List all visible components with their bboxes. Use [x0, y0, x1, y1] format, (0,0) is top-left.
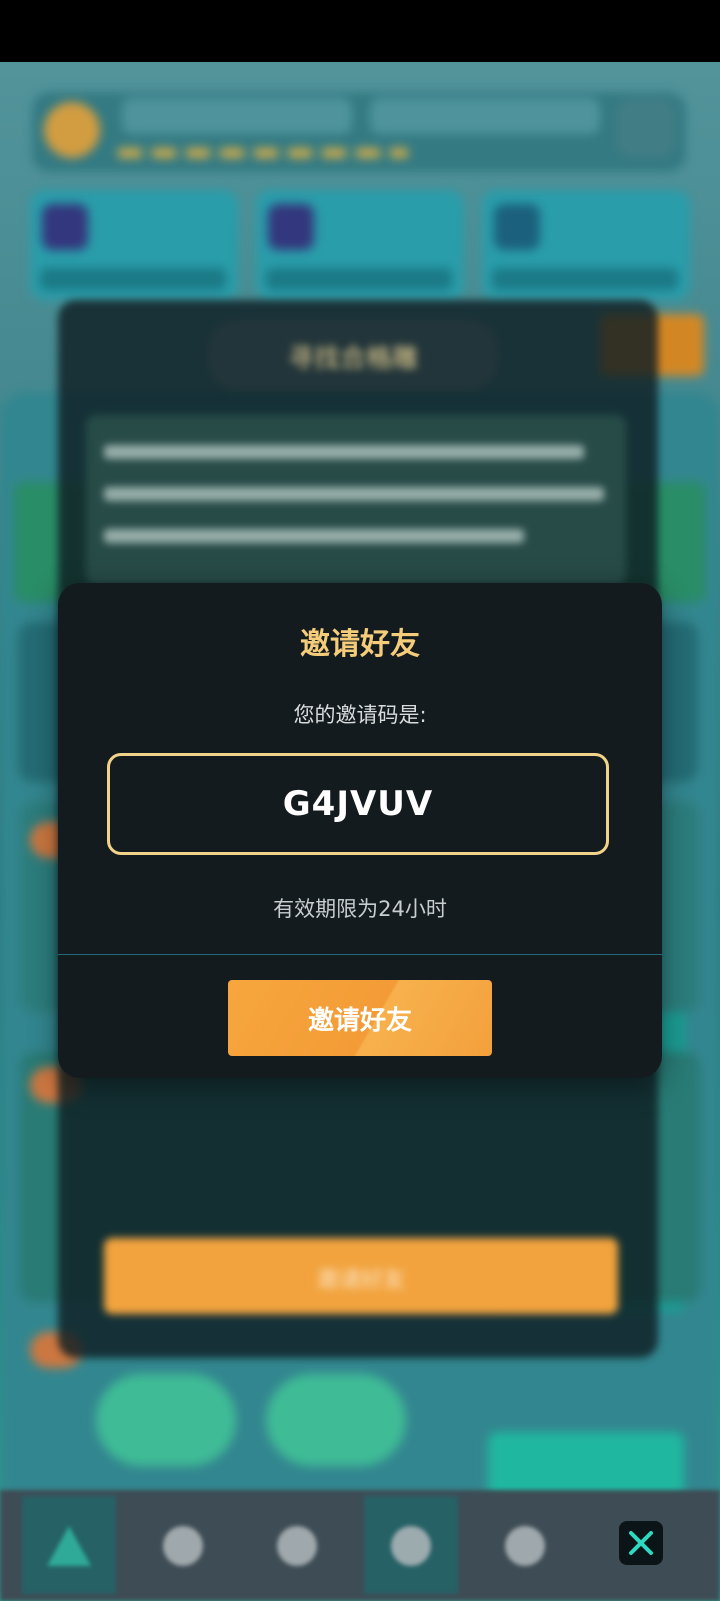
validity-text: 有效期限为24小时 [273, 897, 447, 921]
invite-friends-button[interactable]: 邀请好友 [228, 980, 492, 1056]
invite-code-box[interactable]: G4JVUV [107, 753, 609, 855]
invite-dialog: 邀请好友 您的邀请码是: G4JVUV 有效期限为24小时 邀请好友 [58, 583, 662, 1078]
close-icon [629, 1531, 653, 1555]
background-dialog-title: 寻找合格雕 [208, 320, 498, 390]
background-invite-button: 邀请好友 [104, 1238, 618, 1314]
invite-code[interactable]: G4JVUV [110, 784, 606, 824]
status-bar [0, 0, 720, 62]
invite-friends-button-label: 邀请好友 [307, 1005, 412, 1036]
invite-code-label: 您的邀请码是: [293, 703, 427, 727]
divider [58, 954, 662, 955]
background-dialog-title-text: 寻找合格雕 [287, 344, 418, 374]
close-button[interactable] [619, 1521, 663, 1565]
background-dialog-text [86, 415, 626, 585]
dialog-title: 邀请好友 [300, 627, 420, 662]
background-invite-button-label: 邀请好友 [316, 1268, 405, 1293]
